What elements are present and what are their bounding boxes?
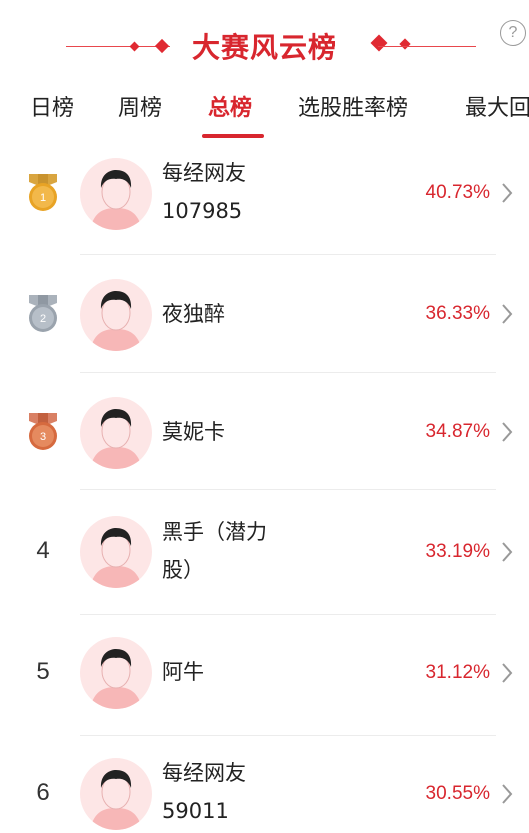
user-name: 莫妮卡: [162, 420, 225, 444]
avatar[interactable]: [80, 279, 152, 351]
user-name: 每经网友107985: [162, 161, 246, 223]
header: 大赛风云榜 ?: [0, 0, 529, 86]
help-icon[interactable]: ?: [500, 20, 526, 46]
active-tab-indicator: [202, 134, 264, 138]
rank-number: 5: [36, 658, 50, 685]
user-name: 夜独醉: [162, 302, 225, 326]
win-rate: 33.19%: [425, 541, 490, 562]
chevron-right-icon: [502, 663, 513, 683]
list-item[interactable]: 5 阿牛 31.12%: [0, 615, 529, 735]
tab-weekly[interactable]: 周榜: [118, 90, 162, 122]
win-rate: 34.87%: [425, 421, 490, 442]
tab-total[interactable]: 总榜: [208, 90, 252, 122]
win-rate: 40.73%: [425, 182, 490, 203]
gold-medal-icon: 1: [29, 174, 57, 211]
chevron-right-icon: [502, 542, 513, 562]
user-name: 阿牛: [162, 660, 204, 684]
win-rate: 31.12%: [425, 662, 490, 683]
tab-bar: 日榜 周榜 总榜 选股胜率榜 最大回: [0, 86, 529, 140]
title-decoration-right: [378, 46, 476, 47]
chevron-right-icon: [502, 304, 513, 324]
list-item[interactable]: 1 每经网友107985 40.73%: [0, 140, 529, 254]
chevron-right-icon: [502, 784, 513, 804]
avatar[interactable]: [80, 637, 152, 709]
win-rate: 36.33%: [425, 303, 490, 324]
avatar[interactable]: [80, 158, 152, 230]
win-rate: 30.55%: [425, 783, 490, 804]
chevron-right-icon: [502, 422, 513, 442]
list-item[interactable]: 3 莫妮卡 34.87%: [0, 373, 529, 489]
avatar[interactable]: [80, 397, 152, 469]
tab-max-drawdown[interactable]: 最大回: [465, 90, 529, 122]
medal-rank-number: 3: [40, 431, 46, 443]
avatar[interactable]: [80, 516, 152, 588]
medal-rank-number: 2: [40, 313, 46, 325]
rank-number: 4: [36, 537, 50, 564]
silver-medal-icon: 2: [29, 295, 57, 332]
bronze-medal-icon: 3: [29, 413, 57, 450]
avatar[interactable]: [80, 758, 152, 830]
list-item[interactable]: 2 夜独醉 36.33%: [0, 255, 529, 373]
rank-number: 6: [36, 779, 50, 806]
tab-daily[interactable]: 日榜: [30, 90, 74, 122]
list-item[interactable]: 4 黑手（潜力股） 33.19%: [0, 490, 529, 614]
user-name: 每经网友59011: [162, 761, 246, 823]
list-item[interactable]: 6 每经网友59011 30.55%: [0, 736, 529, 833]
tab-stock-win-rate[interactable]: 选股胜率榜: [298, 90, 408, 122]
chevron-right-icon: [502, 183, 513, 203]
user-name: 黑手（潜力股）: [162, 520, 267, 582]
medal-rank-number: 1: [40, 192, 46, 204]
